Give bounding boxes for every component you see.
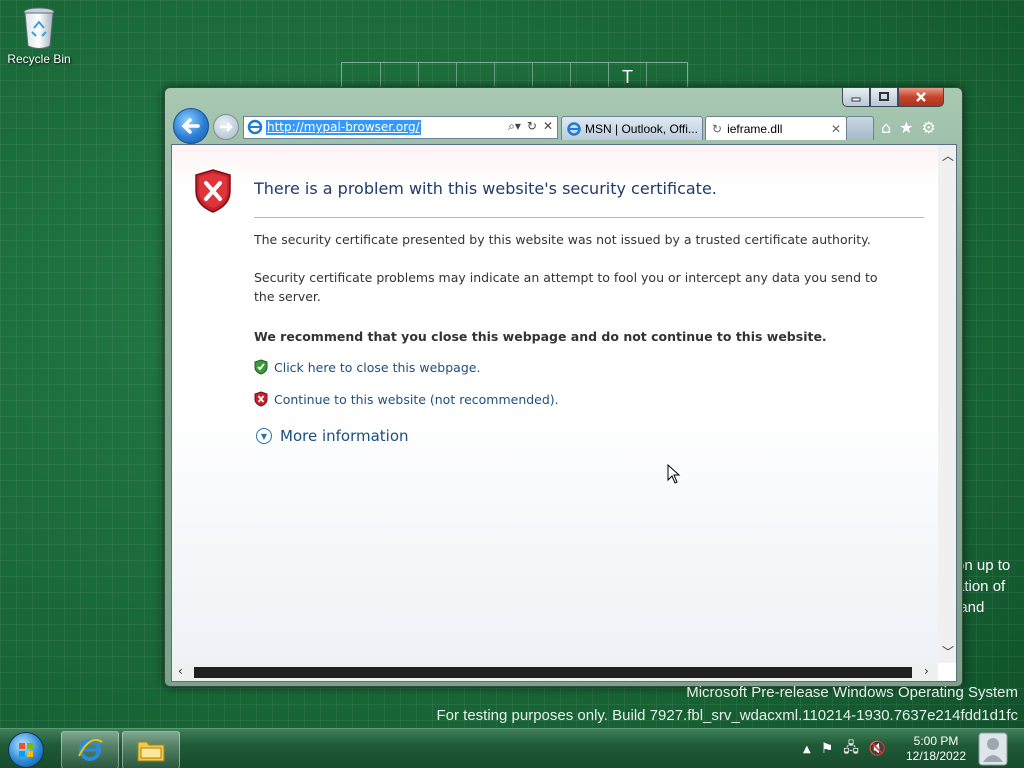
maximize-button[interactable]	[870, 88, 898, 107]
recycle-bin-label: Recycle Bin	[7, 52, 71, 66]
loading-icon: ↻	[712, 121, 723, 136]
horizontal-scrollbar[interactable]: ‹ ›	[172, 663, 938, 681]
close-webpage-link-text[interactable]: Click here to close this webpage.	[274, 360, 480, 375]
caption-buttons	[842, 88, 944, 107]
address-bar[interactable]: http://mypal-browser.org/ ⌕▾ ↻ ✕	[243, 116, 558, 139]
continue-website-link[interactable]: Continue to this website (not recommende…	[254, 391, 559, 407]
green-shield-icon	[254, 359, 268, 375]
system-tray: ▲ ⚑ 🖧 🔇	[803, 737, 886, 761]
windows-logo-icon	[8, 732, 44, 768]
mouse-cursor-icon	[667, 463, 681, 488]
network-icon[interactable]: 🖧	[843, 737, 859, 761]
recycle-bin-icon	[22, 6, 56, 50]
volume-muted-icon[interactable]: 🔇	[869, 741, 886, 757]
watermark-line-1: Microsoft Pre-release Windows Operating …	[686, 684, 1018, 701]
grid-letter: T	[622, 67, 633, 87]
address-controls: ⌕▾ ↻ ✕	[508, 119, 553, 134]
clock-date: 12/18/2022	[905, 749, 967, 763]
toolbar-icons: ⌂ ★ ⚙	[881, 118, 936, 137]
error-paragraph-2: Security certificate problems may indica…	[254, 270, 878, 304]
ie-icon	[247, 119, 263, 135]
minimize-icon	[851, 97, 861, 102]
action-center-flag-icon[interactable]: ⚑	[821, 741, 834, 757]
forward-arrow-icon	[220, 122, 233, 132]
start-button[interactable]	[6, 731, 46, 768]
close-window-button[interactable]	[898, 88, 944, 107]
page-content: There is a problem with this website's s…	[171, 144, 957, 682]
taskbar: ▲ ⚑ 🖧 🔇 5:00 PM 12/18/2022	[0, 728, 1024, 768]
folder-icon	[137, 741, 165, 762]
close-icon	[916, 92, 926, 102]
taskbar-file-explorer[interactable]	[122, 731, 180, 768]
user-avatar-icon[interactable]	[975, 731, 1011, 767]
horizontal-scroll-thumb[interactable]	[194, 667, 912, 678]
tab-label: MSN | Outlook, Offi...	[585, 121, 698, 136]
vertical-scrollbar[interactable]: ︿ ﹀	[938, 145, 956, 663]
scroll-down-icon[interactable]: ﹀	[942, 643, 954, 660]
back-arrow-icon	[181, 118, 200, 134]
refresh-icon[interactable]: ↻	[527, 119, 537, 134]
maximize-icon	[879, 92, 889, 101]
watermark-line-2: For testing purposes only. Build 7927.fb…	[436, 707, 1019, 724]
more-information-toggle[interactable]: ▼ More information	[256, 427, 409, 445]
continue-website-link-text[interactable]: Continue to this website (not recommende…	[274, 392, 559, 407]
divider	[254, 217, 924, 218]
close-webpage-link[interactable]: Click here to close this webpage.	[254, 359, 480, 375]
new-tab-button[interactable]	[846, 116, 874, 140]
more-information-label[interactable]: More information	[280, 427, 409, 445]
side-text-line: land	[956, 599, 985, 616]
page-title: There is a problem with this website's s…	[254, 179, 717, 198]
recycle-bin[interactable]: Recycle Bin	[4, 6, 74, 66]
forward-button[interactable]	[213, 114, 239, 140]
show-hidden-icons-icon[interactable]: ▲	[803, 744, 811, 755]
search-icon[interactable]: ⌕▾	[508, 119, 521, 134]
close-tab-icon[interactable]: ✕	[831, 122, 841, 136]
scroll-right-icon[interactable]: ›	[924, 664, 929, 678]
tab-msn[interactable]: MSN | Outlook, Offi...	[561, 116, 703, 140]
gear-icon[interactable]: ⚙	[922, 118, 936, 137]
ie-icon	[567, 121, 581, 136]
browser-window: http://mypal-browser.org/ ⌕▾ ↻ ✕ MSN | O…	[164, 87, 963, 687]
address-text[interactable]: http://mypal-browser.org/	[266, 120, 421, 135]
clock[interactable]: 5:00 PM 12/18/2022	[900, 734, 972, 764]
error-paragraph-1: The security certificate presented by th…	[254, 232, 871, 247]
minimize-button[interactable]	[842, 88, 870, 107]
error-page: There is a problem with this website's s…	[172, 145, 938, 663]
expand-chevron-icon: ▼	[256, 428, 272, 444]
back-button[interactable]	[173, 108, 209, 144]
favorites-star-icon[interactable]: ★	[899, 118, 913, 137]
taskbar-internet-explorer[interactable]	[61, 731, 119, 768]
desktop-side-text: on up to ation of land	[956, 555, 1010, 618]
stop-icon[interactable]: ✕	[543, 119, 553, 134]
side-text-line: on up to	[956, 557, 1011, 574]
red-shield-small-icon	[254, 391, 268, 407]
tab-ieframe[interactable]: ↻ ieframe.dll ✕	[705, 116, 847, 140]
ie-icon	[78, 738, 103, 761]
scroll-up-icon[interactable]: ︿	[942, 147, 954, 164]
recommendation-text: We recommend that you close this webpage…	[254, 329, 827, 344]
side-text-line: ation of	[956, 578, 1006, 595]
red-shield-icon	[194, 169, 232, 213]
scroll-left-icon[interactable]: ‹	[178, 664, 183, 678]
tab-label: ieframe.dll	[727, 121, 783, 136]
home-icon[interactable]: ⌂	[881, 118, 891, 137]
clock-time: 5:00 PM	[913, 734, 959, 748]
